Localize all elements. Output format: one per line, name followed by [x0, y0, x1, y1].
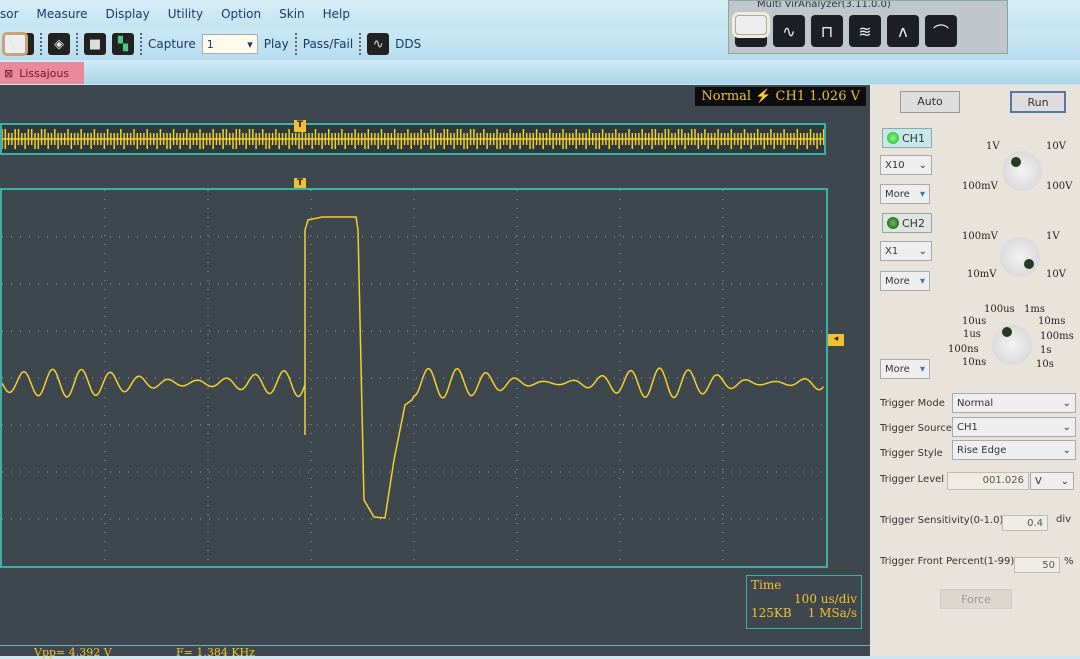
dds-icon[interactable]: ∿ [367, 33, 390, 55]
time-more-button[interactable]: More ▾ [880, 359, 930, 379]
separator [294, 33, 297, 55]
dds-generator-icon[interactable]: ⊓ [811, 15, 843, 47]
ch2-toggle[interactable]: CH2 [882, 213, 932, 233]
chevron-down-icon: ⌄ [1060, 475, 1069, 487]
time-info-box: Time 100 us/div 125KB 1 MSa/s [746, 575, 862, 629]
line-icon[interactable]: ╲ [2, 32, 28, 56]
ch2-more-button[interactable]: More ▾ [880, 271, 930, 291]
stop-icon[interactable]: ■ [84, 33, 106, 55]
chevron-down-icon: ▾ [247, 37, 253, 51]
overview-trigger-marker[interactable]: T [294, 120, 306, 132]
tab-lissajous[interactable]: ⊠ Lissajous [0, 62, 84, 84]
run-button[interactable]: Run [1010, 91, 1066, 113]
caret-down-icon: ▾ [919, 363, 925, 375]
memory-depth: 125KB [751, 606, 792, 620]
caret-down-icon: ▾ [919, 188, 925, 200]
separator [359, 33, 362, 55]
ch2-probe-select[interactable]: X1 ⌄ [880, 241, 932, 261]
control-panel: Auto Run CH1 X10 ⌄ More ▾ 1V 10V 100mV 100… [870, 85, 1080, 656]
waveform-overview[interactable] [0, 123, 826, 155]
analyzer-title: Multi VirAnalyzer(3.11.0.0) [757, 1, 891, 10]
grid-lines [2, 190, 826, 566]
menu-help[interactable]: Help [323, 7, 350, 21]
sensitivity-label: Trigger Sensitivity(0-1.0) [880, 515, 1004, 526]
dds-button[interactable]: DDS [395, 37, 421, 51]
chevron-down-icon: ⌄ [918, 159, 927, 171]
ch1-toggle[interactable]: CH1 [882, 128, 932, 148]
measurement-bar: Vpp= 4.392 V F= 1.384 KHz [0, 645, 870, 659]
filter-icon[interactable]: ⌒ [925, 15, 957, 47]
play-button[interactable]: Play [264, 37, 289, 51]
separator [76, 33, 78, 55]
caret-down-icon: ▾ [919, 275, 925, 287]
ch1-trace [1, 216, 825, 519]
color-icon[interactable]: ▚ [112, 33, 134, 55]
trigger-source-label: Trigger Source [880, 423, 953, 434]
time-label: Time [751, 578, 782, 592]
front-percent-unit: % [1064, 556, 1074, 567]
waveform-grid [0, 188, 828, 568]
tab-bar: ⊠ Lissajous [0, 60, 1080, 84]
pulse-icon[interactable]: ᴧ [887, 15, 919, 47]
trigger-level-unit-select[interactable]: V ⌄ [1030, 472, 1074, 490]
trigger-status: Normal ⚡ CH1 1.026 V [695, 87, 866, 106]
trigger-level-marker[interactable]: ◂ [828, 334, 844, 346]
separator [140, 33, 142, 55]
ch1-more-button[interactable]: More ▾ [880, 184, 930, 204]
force-button[interactable]: Force [940, 589, 1012, 609]
capture-select[interactable]: 1 ▾ [201, 34, 258, 54]
front-percent-label: Trigger Front Percent(1-99) [880, 556, 1015, 567]
vpp-readout: Vpp= 4.392 V [34, 646, 112, 659]
trigger-level-label: Trigger Level [880, 474, 945, 485]
auto-button[interactable]: Auto [900, 91, 960, 113]
timebase-knob[interactable] [992, 325, 1032, 365]
probe-icon[interactable]: ◈ [48, 33, 70, 55]
analyzer-window: Multi VirAnalyzer(3.11.0.0) ᴧ ᴧ ∿ ⊓ ≋ ᴧ … [728, 0, 1008, 54]
lissajous-icon: ⊠ [4, 66, 14, 80]
logic-icon[interactable]: ≋ [849, 15, 881, 47]
menu-option[interactable]: Option [221, 7, 261, 21]
trigger-mode-select[interactable]: Normal ⌄ [952, 393, 1076, 413]
separator [40, 33, 42, 55]
overview-trace [1, 129, 825, 149]
chevron-down-icon: ⌄ [1062, 397, 1071, 409]
menu-display[interactable]: Display [106, 7, 150, 21]
menu-utility[interactable]: Utility [168, 7, 203, 21]
pass-fail-button[interactable]: Pass/Fail [303, 37, 353, 51]
chevron-down-icon: ⌄ [918, 245, 927, 257]
scope-display: Normal ⚡ CH1 1.026 V T T ◂ Time 100 us/d… [0, 85, 870, 659]
menu-cursor[interactable]: sor [0, 7, 19, 21]
ch1-probe-select[interactable]: X10 ⌄ [880, 155, 932, 175]
trigger-mode-label: Trigger Mode [880, 398, 945, 409]
tab-label: Lissajous [19, 66, 70, 80]
chevron-down-icon: ⌄ [1062, 444, 1071, 456]
trigger-level-input[interactable]: 001.026 [947, 472, 1029, 490]
time-per-div: 100 us/div [794, 592, 857, 606]
sample-rate: 1 MSa/s [807, 606, 857, 620]
menu-measure[interactable]: Measure [37, 7, 88, 21]
ch1-led-icon [887, 132, 899, 144]
sensitivity-input[interactable]: 0.4 [1002, 515, 1048, 531]
chevron-down-icon: ⌄ [1062, 421, 1071, 433]
trigger-style-select[interactable]: Rise Edge ⌄ [952, 440, 1076, 460]
menu-skin[interactable]: Skin [279, 7, 305, 21]
capture-label: Capture [148, 37, 196, 51]
oscilloscope-icon[interactable]: ᴧ [732, 12, 770, 38]
trigger-source-select[interactable]: CH1 ⌄ [952, 417, 1076, 437]
ch1-volts-knob[interactable] [1002, 151, 1042, 191]
rise-edge-icon: ⚡ [755, 89, 772, 104]
ch2-volts-knob[interactable] [1000, 237, 1040, 277]
sensitivity-unit: div [1056, 514, 1072, 525]
front-percent-input[interactable]: 50 [1014, 557, 1060, 573]
capture-value: 1 [206, 37, 214, 51]
freq-readout: F= 1.384 KHz [176, 646, 255, 659]
recorder-icon[interactable]: ∿ [773, 15, 805, 47]
ch2-led-icon [887, 217, 899, 229]
trigger-style-label: Trigger Style [880, 448, 943, 459]
